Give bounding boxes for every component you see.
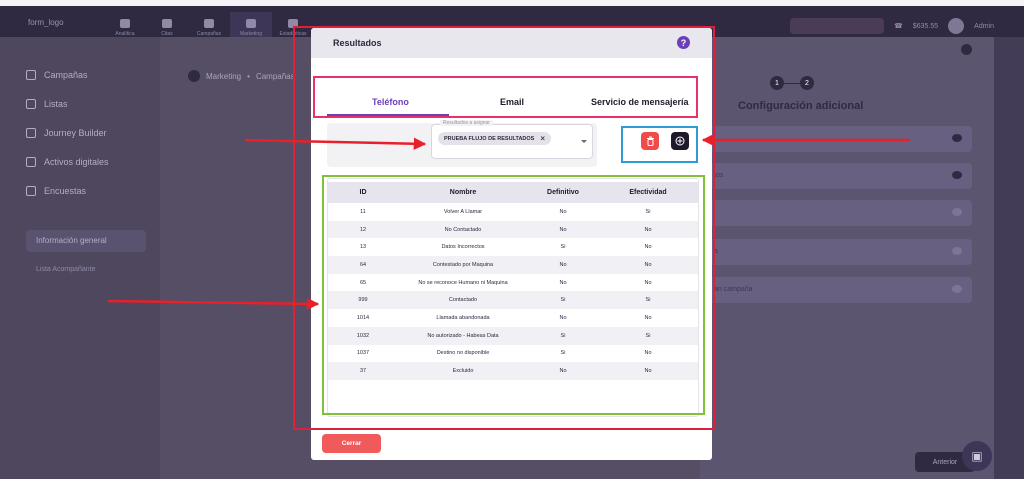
config-row[interactable]: a — [700, 239, 972, 265]
sidebar-item-campanas[interactable]: Campañas — [26, 70, 88, 80]
config-row[interactable] — [700, 126, 972, 152]
config-row[interactable]: an campaña — [700, 277, 972, 303]
modal-title: Resultados — [333, 38, 382, 48]
users-icon — [204, 18, 214, 28]
config-row[interactable] — [700, 200, 972, 226]
sidebar-item-journey[interactable]: Journey Builder — [26, 128, 107, 138]
chat-fab-icon[interactable]: ▣ — [962, 441, 992, 471]
active-tab-indicator — [327, 114, 449, 116]
sidebar-item-activos[interactable]: Activos digitales — [26, 157, 109, 167]
right-rail — [994, 37, 1024, 479]
filter-area: Resultados a asignar PRUEBA FLUJO DE RES… — [327, 120, 597, 167]
table-row[interactable]: 37 Excluido No No — [328, 362, 698, 380]
back-icon[interactable] — [188, 70, 200, 82]
step-1: 1 — [770, 76, 784, 90]
resultados-modal: Resultados ? Teléfono Email Servicio de … — [311, 28, 712, 460]
results-table: ID Nombre Definitivo Efectividad 11 Volve… — [328, 182, 698, 380]
chevron-down-icon[interactable] — [581, 140, 587, 143]
col-definitivo[interactable]: Definitivo — [528, 182, 598, 203]
layers-icon — [162, 18, 172, 28]
sidebar-item-encuestas[interactable]: Encuestas — [26, 186, 86, 196]
survey-icon — [26, 186, 36, 196]
balance: $635.55 — [912, 22, 939, 30]
add-button[interactable] — [671, 132, 689, 150]
tab-mensajeria[interactable]: Servicio de mensajería — [591, 97, 689, 107]
phone-icon[interactable]: ☎ — [894, 22, 903, 30]
step-connector — [784, 82, 800, 84]
table-row[interactable]: 11 Volver A Llamar No Si — [328, 203, 698, 221]
config-title: Configuración adicional — [738, 100, 864, 112]
sidebar — [0, 37, 160, 479]
table-row[interactable]: 12 No Contactado No No — [328, 220, 698, 239]
sidebar-sub-item[interactable]: Lista Acompañante — [36, 266, 96, 273]
table-row[interactable]: 65 No se reconoce Humano ni Maquina No No — [328, 274, 698, 292]
config-row[interactable]: tos — [700, 163, 972, 189]
table-header-row: ID Nombre Definitivo Efectividad — [328, 182, 698, 203]
delete-button[interactable] — [641, 132, 659, 150]
col-id[interactable]: ID — [328, 182, 398, 203]
col-nombre[interactable]: Nombre — [398, 182, 528, 203]
stepper: 1 2 — [770, 76, 814, 90]
app-logo: form_logo — [28, 18, 64, 27]
breadcrumb: Marketing • Campañas — [188, 70, 295, 82]
eye-icon[interactable] — [952, 171, 962, 179]
select-label: Resultados a asignar — [440, 120, 493, 126]
chart-icon — [120, 18, 130, 28]
sidebar-item-listas[interactable]: Listas — [26, 99, 68, 109]
image-icon — [26, 157, 36, 167]
resultados-select[interactable]: Resultados a asignar PRUEBA FLUJO DE RES… — [431, 120, 593, 159]
eye-off-icon[interactable] — [952, 247, 962, 255]
grid-icon — [288, 18, 298, 28]
flow-icon — [26, 128, 36, 138]
chip-label: PRUEBA FLUJO DE RESULTADOS — [444, 135, 535, 142]
eye-icon[interactable] — [952, 134, 962, 142]
eye-off-icon[interactable] — [952, 285, 962, 293]
table-row[interactable]: 1014 Llamada abandonada No No — [328, 309, 698, 327]
table-row[interactable]: 64 Contestado por Maquina No No — [328, 256, 698, 274]
col-efectividad[interactable]: Efectividad — [598, 182, 698, 203]
tab-telefono[interactable]: Teléfono — [372, 97, 409, 107]
close-button[interactable]: Cerrar — [322, 434, 381, 453]
breadcrumb-parent[interactable]: Marketing — [206, 72, 241, 81]
table-row[interactable]: 1032 No autorizado - Habeas Data Si Si — [328, 326, 698, 345]
table-row[interactable]: 1037 Destino no disponible Si No — [328, 345, 698, 363]
table-row[interactable]: 999 Contactado Si Si — [328, 291, 698, 310]
breadcrumb-current: Campañas — [255, 71, 295, 81]
trash-icon — [646, 136, 654, 146]
tab-email[interactable]: Email — [500, 97, 524, 107]
chip-remove-icon[interactable]: × — [540, 134, 545, 143]
campaign-icon — [26, 70, 36, 80]
eye-off-icon[interactable] — [952, 208, 962, 216]
step-2: 2 — [800, 76, 814, 90]
selected-chip: PRUEBA FLUJO DE RESULTADOS × — [438, 132, 552, 145]
avatar[interactable] — [948, 18, 965, 34]
topbar-right: ☎ $635.55 Admin — [790, 18, 994, 34]
user-name: Admin — [974, 22, 994, 30]
panel-help-icon[interactable] — [961, 44, 972, 55]
channel-tabs: Teléfono Email Servicio de mensajería — [327, 91, 697, 116]
table-row[interactable]: 13 Datos Incorrectos Si No — [328, 238, 698, 256]
sidebar-section-info: Información general — [26, 230, 146, 252]
resultados-table: ID Nombre Definitivo Efectividad 11 Volve… — [327, 178, 699, 417]
status-pill[interactable] — [790, 18, 885, 34]
modal-header: Resultados ? — [311, 28, 712, 58]
megaphone-icon — [246, 18, 256, 28]
breadcrumb-separator: • — [247, 71, 250, 81]
list-icon — [26, 99, 36, 109]
plus-circle-icon — [675, 136, 685, 146]
help-icon[interactable]: ? — [677, 36, 690, 49]
